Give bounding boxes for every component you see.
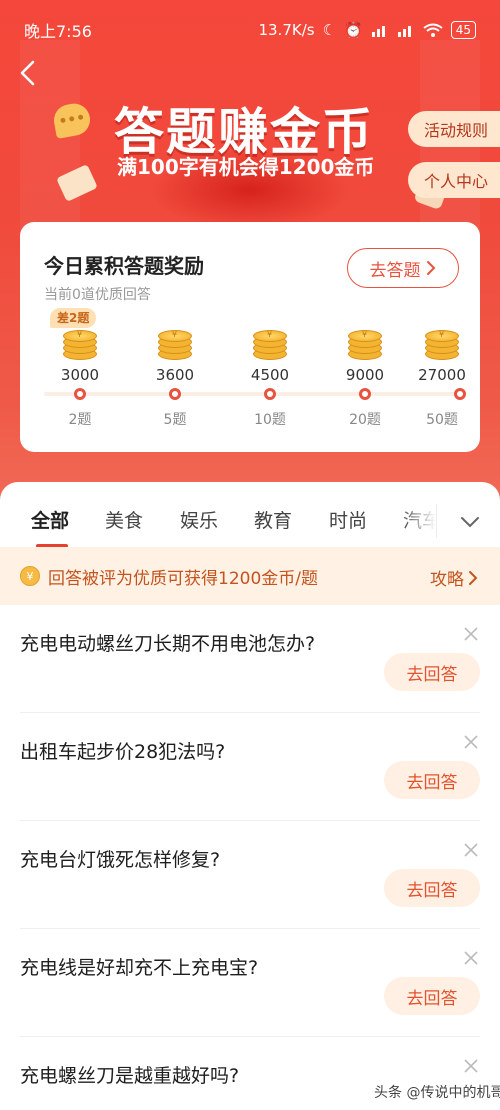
tab-all[interactable]: 全部	[31, 506, 69, 533]
reward-card-subtitle: 当前0道优质回答	[44, 287, 151, 303]
question-item[interactable]: 出租车起步价28犯法吗? 去回答	[0, 713, 500, 821]
coin-stack-icon: ¥	[158, 330, 192, 360]
answer-button[interactable]: 去回答	[384, 761, 480, 799]
milestone-dot	[74, 388, 86, 400]
question-title[interactable]: 充电线是好却充不上充电宝?	[20, 953, 258, 980]
reward-card-title: 今日累积答题奖励	[44, 254, 204, 278]
reward-card: 今日累积答题奖励 当前0道优质回答 去答题 差2题 ¥ 3000 ¥ 3600 …	[20, 222, 480, 452]
tab-entertainment[interactable]: 娱乐	[180, 506, 218, 533]
strategy-link-label: 攻略	[430, 570, 464, 590]
milestone-count: 2题	[68, 412, 92, 428]
close-icon[interactable]	[462, 733, 480, 751]
go-answer-label: 去答题	[369, 260, 421, 281]
question-title[interactable]: 出租车起步价28犯法吗?	[20, 737, 225, 764]
status-time: 晚上7:56	[24, 22, 92, 41]
tab-food[interactable]: 美食	[105, 506, 143, 533]
coin-stack-icon: ¥	[425, 330, 459, 360]
milestone: ¥ 3000	[40, 330, 120, 384]
activity-rules-button[interactable]: 活动规则	[408, 111, 500, 147]
tab-fashion[interactable]: 时尚	[329, 506, 367, 533]
close-icon[interactable]	[462, 1057, 480, 1075]
question-title[interactable]: 充电螺丝刀是越重越好吗?	[20, 1061, 239, 1088]
progress-track	[44, 388, 466, 400]
milestone-count: 50题	[426, 412, 458, 428]
strategy-link[interactable]: 攻略	[430, 565, 478, 590]
milestone-count: 10题	[254, 412, 286, 428]
question-title[interactable]: 充电电动螺丝刀长期不用电池怎办?	[20, 629, 315, 656]
watermark: 头条 @传说中的机哥	[370, 1080, 500, 1104]
signal-icon	[371, 26, 385, 37]
status-bar: 晚上7:56 13.7K/s ☾ ⏰ 45	[0, 0, 500, 60]
network-speed: 13.7K/s	[258, 21, 315, 39]
battery-icon: 45	[450, 21, 476, 39]
milestone: ¥ 3600	[135, 330, 215, 384]
question-item[interactable]: 充电线是好却充不上充电宝? 去回答	[0, 929, 500, 1037]
question-item[interactable]: 充电电动螺丝刀长期不用电池怎办? 去回答	[0, 605, 500, 713]
questions-remaining-badge: 差2题	[50, 308, 97, 328]
category-tabs: 全部 美食 娱乐 教育 时尚 汽车	[0, 482, 500, 552]
milestone: ¥ 9000	[325, 330, 405, 384]
wifi-icon	[423, 23, 443, 37]
divider	[436, 504, 437, 538]
milestone-coins: 4500	[250, 366, 290, 384]
question-title[interactable]: 充电台灯饿死怎样修复?	[20, 845, 220, 872]
signal-icon	[397, 26, 411, 37]
milestone: ¥ 4500	[230, 330, 310, 384]
milestone-dot	[169, 388, 181, 400]
milestone-dot	[264, 388, 276, 400]
tab-fade-overlay	[400, 482, 440, 548]
alarm-icon: ⏰	[344, 21, 363, 39]
milestone-count: 5题	[163, 412, 187, 428]
question-item[interactable]: 充电台灯饿死怎样修复? 去回答	[0, 821, 500, 929]
milestone-count: 20题	[349, 412, 381, 428]
answer-button[interactable]: 去回答	[384, 977, 480, 1015]
chevron-down-icon[interactable]	[452, 510, 488, 534]
tip-text: 回答被评为优质可获得1200金币/题	[48, 568, 318, 589]
close-icon[interactable]	[462, 949, 480, 967]
milestone-coins: 3600	[155, 366, 195, 384]
close-icon[interactable]	[462, 841, 480, 859]
back-arrow-icon[interactable]	[14, 58, 44, 88]
go-answer-button[interactable]: 去答题	[347, 248, 459, 288]
coin-icon: ¥	[20, 566, 40, 586]
coin-stack-icon: ¥	[253, 330, 287, 360]
chevron-right-icon	[469, 570, 478, 585]
tip-banner: ¥ 回答被评为优质可获得1200金币/题 攻略	[0, 547, 500, 605]
milestone-coins: 9000	[345, 366, 385, 384]
milestone: ¥ 27000	[402, 330, 482, 384]
chevron-right-icon	[426, 261, 435, 275]
coin-stack-icon: ¥	[63, 330, 97, 360]
close-icon[interactable]	[462, 625, 480, 643]
tab-education[interactable]: 教育	[254, 506, 292, 533]
personal-center-button[interactable]: 个人中心	[408, 162, 500, 198]
answer-button[interactable]: 去回答	[384, 869, 480, 907]
milestone-coins: 3000	[60, 366, 100, 384]
moon-icon: ☾	[322, 21, 337, 39]
milestone-coins: 27000	[418, 366, 466, 384]
coin-stack-icon: ¥	[348, 330, 382, 360]
milestone-dot	[454, 388, 466, 400]
page-subtitle: 满100字有机会得1200金币	[117, 155, 375, 179]
status-indicators: 13.7K/s ☾ ⏰ 45	[258, 21, 476, 39]
milestone-dot	[359, 388, 371, 400]
answer-button[interactable]: 去回答	[384, 653, 480, 691]
